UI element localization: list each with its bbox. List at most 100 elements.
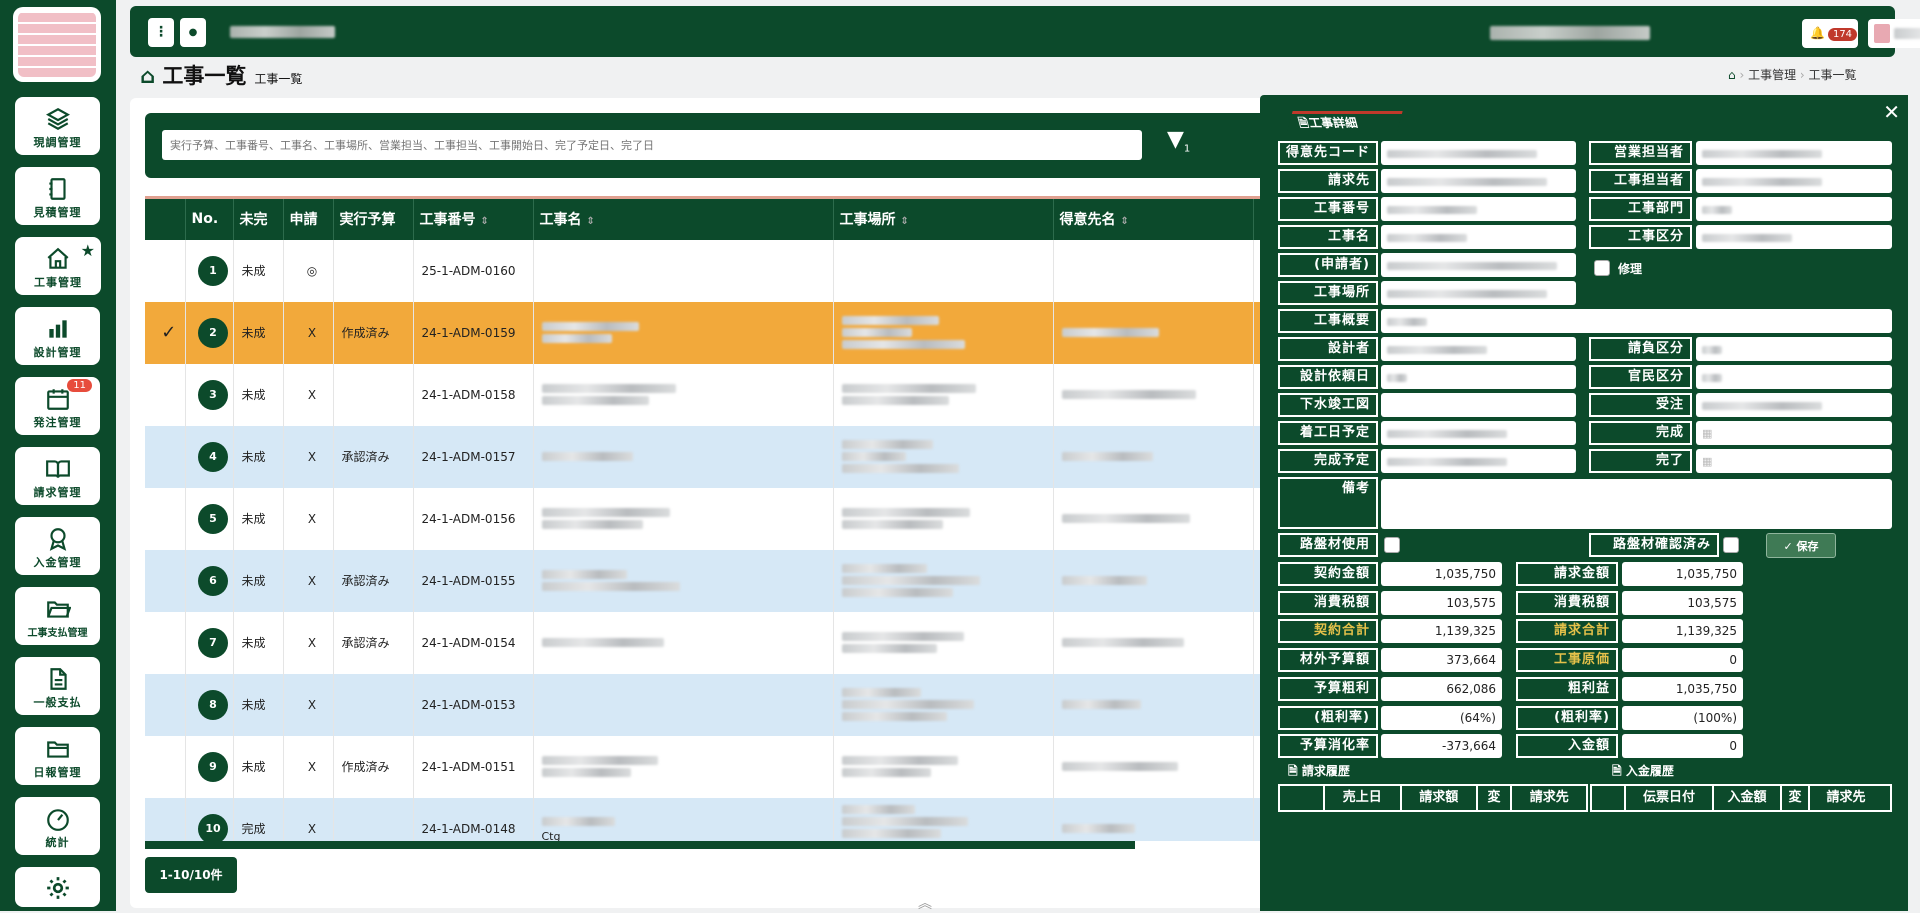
money-value[interactable]: 0 — [1622, 648, 1743, 673]
row-check-cell[interactable]: ✓ — [145, 301, 186, 364]
column-header[interactable]: 売上日 — [1325, 786, 1403, 810]
field-sales_rep[interactable] — [1696, 141, 1892, 165]
field-contract_type[interactable] — [1696, 337, 1892, 361]
column-header-select[interactable] — [145, 196, 186, 240]
sidebar-item-ordering[interactable]: 11 発注管理 — [15, 377, 100, 435]
close-icon[interactable]: ✕ — [1883, 100, 1900, 124]
field-applicant[interactable] — [1381, 253, 1576, 277]
row-check-cell[interactable] — [145, 797, 186, 841]
field-drawing[interactable] — [1381, 393, 1576, 417]
field-work_type[interactable] — [1696, 225, 1892, 249]
sidebar-item-survey[interactable]: 現調管理 — [15, 97, 100, 155]
column-header[interactable]: 変 — [1782, 786, 1810, 810]
sidebar-item-billing[interactable]: 請求管理 — [15, 447, 100, 505]
breadcrumb-home-icon[interactable]: ⌂ — [1728, 68, 1736, 82]
roadbed-confirm-checkbox[interactable] — [1723, 537, 1739, 553]
table-row[interactable]: 9 未成 X 作成済み 24-1-ADM-0151 — [145, 735, 1260, 798]
repair-checkbox[interactable] — [1594, 260, 1610, 276]
breadcrumb-item[interactable]: 工事管理 — [1748, 68, 1796, 82]
money-value[interactable]: (64%) — [1381, 705, 1502, 730]
sidebar-item-daily-report[interactable]: 日報管理 — [15, 727, 100, 785]
column-header-work-place[interactable]: 工事場所 ⇕ — [833, 196, 1054, 240]
row-check-cell[interactable] — [145, 673, 186, 736]
roadbed-use-checkbox[interactable] — [1384, 537, 1400, 553]
sidebar-item-design[interactable]: 設計管理 — [15, 307, 100, 365]
sidebar-item-construction-payment[interactable]: 工事支払管理 — [15, 587, 100, 645]
table-row[interactable]: 6 未成 X 承認済み 24-1-ADM-0155 — [145, 549, 1260, 612]
money-value[interactable]: 103,575 — [1622, 590, 1743, 615]
column-header-incomplete[interactable]: 未完 — [233, 196, 284, 240]
money-value[interactable]: 1,035,750 — [1381, 562, 1502, 586]
drop-icon[interactable]: ● — [180, 18, 206, 47]
money-value[interactable]: 662,086 — [1381, 676, 1502, 701]
row-check-cell[interactable] — [145, 735, 186, 798]
field-order[interactable] — [1696, 393, 1892, 417]
column-header[interactable]: 変 — [1478, 786, 1513, 810]
chevron-up-icon[interactable]: ︽ — [918, 893, 932, 913]
field-work_name[interactable] — [1381, 225, 1576, 249]
field-bill_to[interactable] — [1381, 169, 1576, 193]
table-row[interactable]: 10完成X 24-1-ADM-0148 Ctg 1-11-3 — [145, 797, 1260, 841]
column-header-work-name[interactable]: 工事名 ⇕ — [533, 196, 834, 240]
money-value[interactable]: 0 — [1622, 734, 1743, 759]
column-header-no[interactable]: No. — [185, 196, 234, 240]
table-row[interactable]: 5 未成 X 24-1-ADM-0156 — [145, 487, 1260, 550]
table-row[interactable]: 1 未成 ◎ 25-1-ADM-0160 — [145, 239, 1260, 302]
horizontal-scrollbar[interactable] — [145, 841, 1135, 849]
row-check-cell[interactable] — [145, 239, 186, 302]
column-header[interactable]: 伝票日付 — [1626, 786, 1714, 810]
table-row[interactable]: 8 未成 X 24-1-ADM-0153 — [145, 673, 1260, 736]
sidebar-item-construction[interactable]: ★ 工事管理 — [15, 237, 101, 295]
money-value[interactable]: 103,575 — [1381, 590, 1502, 615]
notification-button[interactable]: 🔔 174 — [1802, 19, 1858, 48]
column-header-customer[interactable]: 得意先名 ⇕ — [1053, 196, 1254, 240]
menu-button[interactable]: ⋮ — [148, 18, 174, 47]
field-design_date[interactable] — [1381, 365, 1576, 389]
column-header-budget[interactable]: 実行予算 — [333, 196, 414, 240]
sidebar-item-payment-received[interactable]: 入金管理 — [15, 517, 100, 575]
sidebar-item-estimate[interactable]: 見積管理 — [15, 167, 100, 225]
sidebar-item-general-payment[interactable]: 一般支払 — [15, 657, 100, 715]
pagination-info[interactable]: 1-10/10件 — [145, 857, 237, 893]
user-dropdown[interactable]: ⌄ — [1868, 19, 1920, 48]
column-header[interactable]: 入金額 — [1714, 786, 1782, 810]
column-header-extra[interactable] — [1253, 196, 1260, 240]
filter-icon[interactable]: ▼1 — [1167, 127, 1190, 154]
row-check-cell[interactable] — [145, 549, 186, 612]
search-input[interactable] — [162, 130, 1142, 160]
sidebar-item-settings[interactable] — [15, 867, 100, 907]
table-row[interactable]: ✓ 2 未成 X 作成済み 24-1-ADM-0159 — [145, 301, 1260, 364]
row-check-cell[interactable] — [145, 425, 186, 488]
money-value[interactable]: 1,035,750 — [1622, 676, 1743, 701]
row-check-cell[interactable] — [145, 611, 186, 674]
notes-textarea[interactable] — [1381, 479, 1892, 529]
money-value[interactable]: 373,664 — [1381, 648, 1502, 673]
field-designer[interactable] — [1381, 337, 1576, 361]
row-check-cell[interactable] — [145, 487, 186, 550]
field-work_rep[interactable] — [1696, 169, 1892, 193]
row-check-cell[interactable] — [145, 363, 186, 426]
field-overview[interactable] — [1381, 309, 1892, 333]
column-header[interactable]: 請求先 — [1512, 786, 1586, 810]
field-public_private[interactable] — [1696, 365, 1892, 389]
save-button[interactable]: ✓ 保存 — [1766, 533, 1836, 558]
column-header[interactable]: 請求額 — [1402, 786, 1478, 810]
field-start_plan[interactable] — [1381, 421, 1576, 445]
money-value[interactable]: 1,139,325 — [1622, 619, 1743, 644]
field-complete[interactable]: ▦ — [1696, 421, 1892, 445]
field-work_dept[interactable] — [1696, 197, 1892, 221]
sidebar-item-statistics[interactable]: 統計 — [15, 797, 100, 855]
tab-work-detail[interactable]: 🗎 工事詳細 — [1287, 111, 1403, 131]
field-work-place[interactable] — [1381, 281, 1576, 305]
field-finish[interactable]: ▦ — [1696, 449, 1892, 473]
table-row[interactable]: 7 未成 X 承認済み 24-1-ADM-0154 — [145, 611, 1260, 674]
money-value[interactable]: 1,035,750 — [1622, 562, 1743, 586]
field-customer_code[interactable] — [1381, 141, 1576, 165]
money-value[interactable]: -373,664 — [1381, 734, 1502, 759]
table-row[interactable]: 4 未成 X 承認済み 24-1-ADM-0157 — [145, 425, 1260, 488]
favorite-star-icon[interactable]: ★ — [81, 241, 95, 260]
column-header-apply[interactable]: 申請 — [283, 196, 334, 240]
field-work_no[interactable] — [1381, 197, 1576, 221]
column-header-work-no[interactable]: 工事番号 ⇕ — [413, 196, 534, 240]
column-header[interactable]: 請求先 — [1810, 786, 1882, 810]
